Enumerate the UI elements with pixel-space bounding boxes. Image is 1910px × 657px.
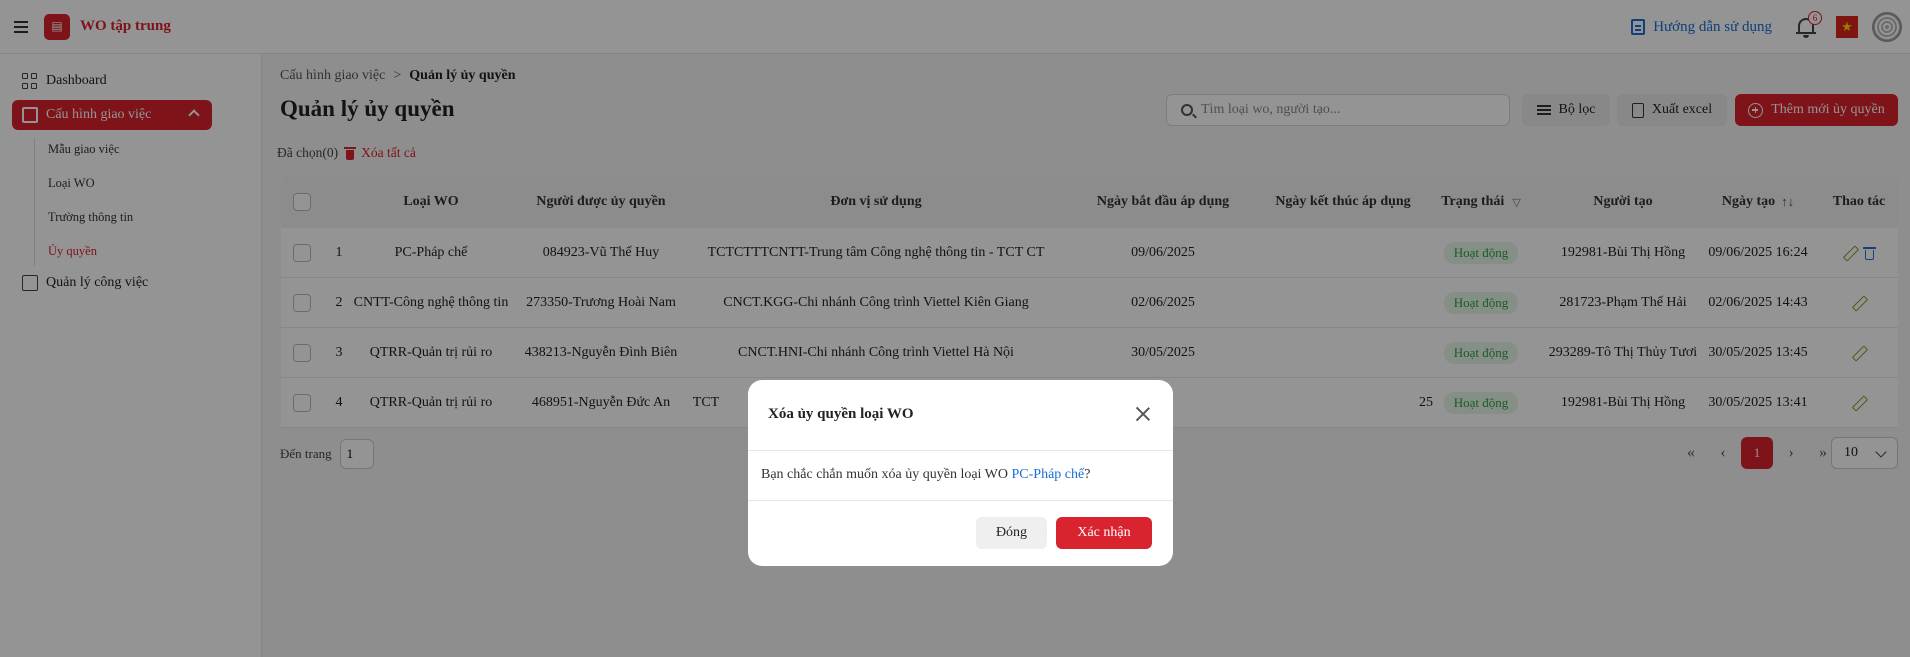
dialog-message: Bạn chắc chắn muốn xóa ủy quyền loại WO …	[761, 467, 1090, 483]
dialog-message-link[interactable]: PC-Pháp chế	[1012, 467, 1085, 482]
dialog-divider	[748, 500, 1173, 501]
close-icon[interactable]	[1135, 406, 1151, 422]
dialog-message-prefix: Bạn chắc chắn muốn xóa ủy quyền loại WO	[761, 467, 1012, 482]
delete-confirm-dialog: Xóa ủy quyền loại WO Bạn chắc chắn muốn …	[748, 380, 1173, 566]
dialog-title: Xóa ủy quyền loại WO	[768, 406, 914, 422]
close-button[interactable]: Đóng	[976, 517, 1047, 549]
confirm-button[interactable]: Xác nhận	[1056, 517, 1152, 549]
dialog-divider	[748, 450, 1173, 451]
dialog-message-suffix: ?	[1084, 467, 1091, 482]
